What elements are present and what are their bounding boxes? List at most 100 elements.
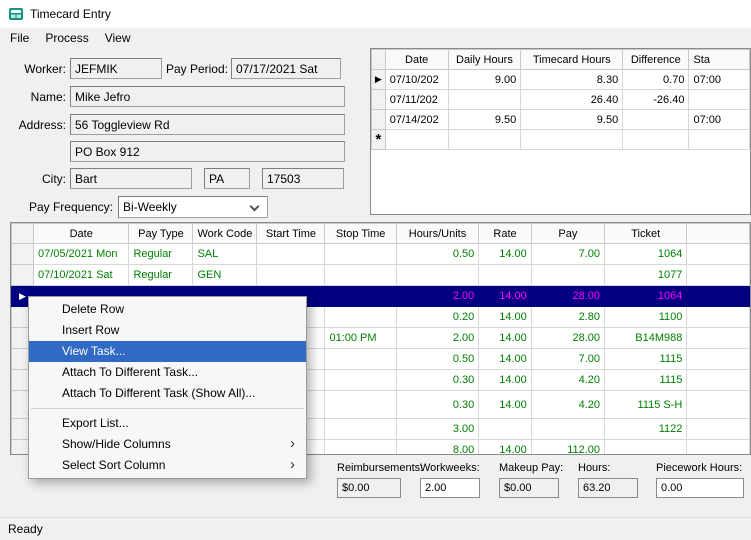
- cell-hours-units[interactable]: 2.00: [396, 286, 479, 307]
- piecework-hours-field[interactable]: 0.00: [656, 478, 744, 498]
- context-menu-item-select-sort-column[interactable]: Select Sort Column ›: [29, 455, 306, 476]
- col-header-hours-units[interactable]: Hours/Units: [396, 224, 479, 244]
- cell-pay[interactable]: 28.00: [531, 328, 604, 349]
- cell-pay[interactable]: 112.00: [531, 440, 604, 456]
- cell-difference[interactable]: -26.40: [623, 90, 689, 110]
- cell-hours-units[interactable]: [396, 265, 479, 286]
- cell-pay-type[interactable]: Regular: [129, 265, 193, 286]
- cell-date[interactable]: [385, 130, 448, 150]
- state-field[interactable]: PA: [204, 168, 250, 189]
- col-header-timecard-hours[interactable]: Timecard Hours: [521, 50, 623, 70]
- cell-stop-time[interactable]: [325, 370, 396, 391]
- name-field[interactable]: Mike Jefro: [70, 86, 345, 107]
- cell-stop-time[interactable]: [325, 349, 396, 370]
- cell-start[interactable]: [689, 130, 750, 150]
- cell-rate[interactable]: [479, 265, 532, 286]
- col-header-pay[interactable]: Pay: [531, 224, 604, 244]
- cell-daily-hours[interactable]: 9.50: [448, 110, 521, 130]
- cell-hours-units[interactable]: 8.00: [396, 440, 479, 456]
- cell-stop-time[interactable]: [325, 307, 396, 328]
- cell-stop-time[interactable]: [325, 391, 396, 419]
- cell-ticket[interactable]: 1064: [605, 286, 687, 307]
- cell-hours-units[interactable]: 0.30: [396, 391, 479, 419]
- address-line2-field[interactable]: PO Box 912: [70, 141, 345, 162]
- cell-ticket[interactable]: B14M988: [605, 328, 687, 349]
- row-selector[interactable]: [372, 110, 386, 130]
- cell-pay[interactable]: 4.20: [531, 370, 604, 391]
- cell-difference[interactable]: [623, 110, 689, 130]
- cell-pay[interactable]: 7.00: [531, 349, 604, 370]
- cell-ticket[interactable]: 1064: [605, 244, 687, 265]
- workweeks-field[interactable]: 2.00: [420, 478, 480, 498]
- context-menu-item-view-task[interactable]: View Task...: [29, 341, 306, 362]
- context-menu-item-attach-to-different-task[interactable]: Attach To Different Task...: [29, 362, 306, 383]
- cell-timecard-hours[interactable]: 26.40: [521, 90, 623, 110]
- row-selector[interactable]: [12, 265, 34, 286]
- cell-daily-hours[interactable]: 9.00: [448, 70, 521, 90]
- worker-field[interactable]: JEFMIK: [70, 58, 162, 79]
- col-header-daily-hours[interactable]: Daily Hours: [448, 50, 521, 70]
- pay-frequency-dropdown[interactable]: Bi-Weekly: [118, 196, 268, 218]
- cell-hours-units[interactable]: 0.20: [396, 307, 479, 328]
- cell-stop-time[interactable]: [325, 244, 396, 265]
- cell-ticket[interactable]: 1122: [605, 419, 687, 440]
- city-field[interactable]: Bart: [70, 168, 192, 189]
- col-header-ticket[interactable]: Ticket: [605, 224, 687, 244]
- menu-view[interactable]: View: [97, 29, 139, 47]
- cell-rate[interactable]: 14.00: [479, 307, 532, 328]
- col-header-stop-time[interactable]: Stop Time: [325, 224, 396, 244]
- row-selector[interactable]: [12, 244, 34, 265]
- pay-period-field[interactable]: 07/17/2021 Sat: [231, 58, 341, 79]
- cell-start[interactable]: 07:00: [689, 70, 750, 90]
- cell-rate[interactable]: 14.00: [479, 391, 532, 419]
- context-menu-item-delete-row[interactable]: Delete Row: [29, 299, 306, 320]
- cell-start[interactable]: [689, 90, 750, 110]
- cell-date[interactable]: 07/10/2021 Sat: [33, 265, 128, 286]
- address-line1-field[interactable]: 56 Toggleview Rd: [70, 114, 345, 135]
- cell-pay[interactable]: 2.80: [531, 307, 604, 328]
- context-menu-item-export-list[interactable]: Export List...: [29, 413, 306, 434]
- context-menu-item-insert-row[interactable]: Insert Row: [29, 320, 306, 341]
- cell-pay[interactable]: 28.00: [531, 286, 604, 307]
- cell-date[interactable]: 07/14/202: [385, 110, 448, 130]
- cell-hours-units[interactable]: 0.30: [396, 370, 479, 391]
- cell-timecard-hours[interactable]: 8.30: [521, 70, 623, 90]
- row-selector[interactable]: ▶: [372, 70, 386, 90]
- cell-rate[interactable]: 14.00: [479, 244, 532, 265]
- cell-ticket[interactable]: 1115 S-H: [605, 391, 687, 419]
- cell-stop-time[interactable]: [325, 419, 396, 440]
- menu-file[interactable]: File: [2, 29, 37, 47]
- zip-field[interactable]: 17503: [262, 168, 344, 189]
- cell-ticket[interactable]: 1100: [605, 307, 687, 328]
- cell-rate[interactable]: 14.00: [479, 370, 532, 391]
- col-header-start[interactable]: Sta: [689, 50, 750, 70]
- context-menu-item-attach-to-different-task-show-all[interactable]: Attach To Different Task (Show All)...: [29, 383, 306, 404]
- cell-work-code[interactable]: SAL: [193, 244, 257, 265]
- context-menu-item-show-hide-columns[interactable]: Show/Hide Columns ›: [29, 434, 306, 455]
- cell-pay[interactable]: 4.20: [531, 391, 604, 419]
- cell-stop-time[interactable]: [325, 440, 396, 456]
- cell-start-time[interactable]: [257, 244, 325, 265]
- cell-hours-units[interactable]: 3.00: [396, 419, 479, 440]
- cell-rate[interactable]: 14.00: [479, 286, 532, 307]
- cell-pay-type[interactable]: Regular: [129, 244, 193, 265]
- cell-ticket[interactable]: [605, 440, 687, 456]
- cell-ticket[interactable]: 1115: [605, 370, 687, 391]
- cell-daily-hours[interactable]: [448, 90, 521, 110]
- cell-hours-units[interactable]: 0.50: [396, 244, 479, 265]
- cell-timecard-hours[interactable]: [521, 130, 623, 150]
- cell-difference[interactable]: [623, 130, 689, 150]
- cell-daily-hours[interactable]: [448, 130, 521, 150]
- reimbursements-field[interactable]: $0.00: [337, 478, 401, 498]
- cell-date[interactable]: 07/05/2021 Mon: [33, 244, 128, 265]
- cell-hours-units[interactable]: 2.00: [396, 328, 479, 349]
- menu-process[interactable]: Process: [37, 29, 96, 47]
- cell-start[interactable]: 07:00: [689, 110, 750, 130]
- cell-date[interactable]: 07/11/202: [385, 90, 448, 110]
- cell-rate[interactable]: 14.00: [479, 328, 532, 349]
- col-header-rate[interactable]: Rate: [479, 224, 532, 244]
- cell-rate[interactable]: 14.00: [479, 349, 532, 370]
- cell-stop-time[interactable]: [325, 286, 396, 307]
- cell-difference[interactable]: 0.70: [623, 70, 689, 90]
- cell-hours-units[interactable]: 0.50: [396, 349, 479, 370]
